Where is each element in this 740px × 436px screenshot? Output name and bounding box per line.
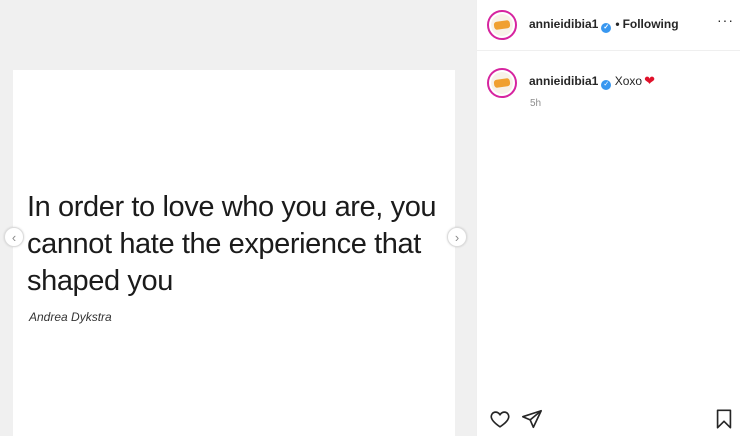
separator-dot: • — [615, 17, 620, 31]
avatar[interactable] — [487, 10, 517, 40]
post-timestamp[interactable]: 5h — [530, 98, 541, 109]
paper-plane-icon[interactable] — [521, 408, 543, 430]
following-button[interactable]: Following — [623, 17, 679, 31]
verified-badge-icon: ✓ — [601, 23, 612, 33]
caption: annieidibia1 ✓ Xoxo ❤ — [529, 73, 655, 90]
header-user-line: annieidibia1 ✓ • Following — [529, 17, 679, 33]
post-sidebar: annieidibia1 ✓ • Following ··· annieidibia1… — [476, 0, 740, 436]
heart-icon[interactable] — [489, 408, 511, 430]
caption-username[interactable]: annieidibia1 — [529, 74, 598, 88]
post-image[interactable]: In order to love who you are, you cannot… — [13, 70, 455, 436]
previous-slide-button[interactable]: ‹ — [4, 227, 24, 247]
more-options-icon[interactable]: ··· — [717, 12, 734, 28]
post-media-area: In order to love who you are, you cannot… — [0, 0, 476, 436]
action-bar — [477, 400, 740, 436]
post-header: annieidibia1 ✓ • Following ··· — [477, 0, 740, 51]
comment-avatar[interactable] — [487, 68, 517, 98]
heart-emoji-icon: ❤ — [644, 73, 655, 88]
avatar-image — [491, 14, 513, 36]
avatar-image — [491, 72, 513, 94]
quote-author: Andrea Dykstra — [29, 310, 112, 324]
header-username[interactable]: annieidibia1 — [529, 17, 598, 31]
quote-text: In order to love who you are, you cannot… — [27, 191, 437, 297]
bookmark-icon[interactable] — [713, 408, 735, 430]
next-slide-button[interactable]: › — [447, 227, 467, 247]
caption-text: Xoxo — [614, 74, 643, 88]
verified-badge-icon: ✓ — [601, 80, 612, 90]
chevron-right-icon: › — [454, 229, 460, 245]
chevron-left-icon: ‹ — [11, 229, 17, 245]
